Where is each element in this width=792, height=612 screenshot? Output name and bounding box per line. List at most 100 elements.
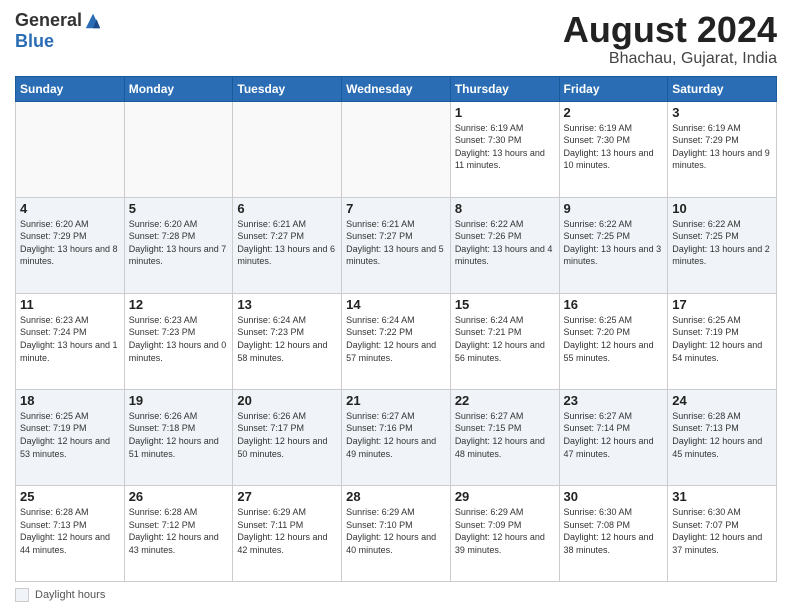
day-number: 1: [455, 105, 555, 120]
table-row: 19 Sunrise: 6:26 AM Sunset: 7:18 PM Dayli…: [124, 389, 233, 485]
calendar-week-row: 1 Sunrise: 6:19 AM Sunset: 7:30 PM Daylig…: [16, 101, 777, 197]
day-info: Sunrise: 6:28 AM Sunset: 7:13 PM Dayligh…: [20, 506, 120, 556]
calendar-week-row: 4 Sunrise: 6:20 AM Sunset: 7:29 PM Daylig…: [16, 197, 777, 293]
day-info: Sunrise: 6:24 AM Sunset: 7:21 PM Dayligh…: [455, 314, 555, 364]
day-info: Sunrise: 6:19 AM Sunset: 7:29 PM Dayligh…: [672, 122, 772, 172]
table-row: 27Sunrise: 6:29 AM Sunset: 7:11 PM Dayli…: [233, 485, 342, 581]
day-info: Sunrise: 6:28 AM Sunset: 7:13 PM Dayligh…: [672, 410, 772, 460]
day-info: Sunrise: 6:22 AM Sunset: 7:26 PM Dayligh…: [455, 218, 555, 268]
logo-general-text: General: [15, 10, 82, 31]
day-info: Sunrise: 6:24 AM Sunset: 7:22 PM Dayligh…: [346, 314, 446, 364]
day-info: Sunrise: 6:29 AM Sunset: 7:10 PM Dayligh…: [346, 506, 446, 556]
day-info: Sunrise: 6:27 AM Sunset: 7:14 PM Dayligh…: [564, 410, 664, 460]
table-row: 22 Sunrise: 6:27 AM Sunset: 7:15 PM Dayli…: [450, 389, 559, 485]
day-number: 6: [237, 201, 337, 216]
day-number: 10: [672, 201, 772, 216]
day-info: Sunrise: 6:20 AM Sunset: 7:28 PM Dayligh…: [129, 218, 229, 268]
day-number: 17: [672, 297, 772, 312]
day-number: 8: [455, 201, 555, 216]
day-info: Sunrise: 6:28 AM Sunset: 7:12 PM Dayligh…: [129, 506, 229, 556]
day-number: 25: [20, 489, 120, 504]
table-row: [124, 101, 233, 197]
col-sunday: Sunday: [16, 76, 125, 101]
day-info: Sunrise: 6:27 AM Sunset: 7:16 PM Dayligh…: [346, 410, 446, 460]
table-row: 4 Sunrise: 6:20 AM Sunset: 7:29 PM Daylig…: [16, 197, 125, 293]
table-row: 1 Sunrise: 6:19 AM Sunset: 7:30 PM Daylig…: [450, 101, 559, 197]
day-number: 31: [672, 489, 772, 504]
day-number: 24: [672, 393, 772, 408]
table-row: 24 Sunrise: 6:28 AM Sunset: 7:13 PM Dayli…: [668, 389, 777, 485]
day-number: 28: [346, 489, 446, 504]
table-row: 20Sunrise: 6:26 AM Sunset: 7:17 PM Dayli…: [233, 389, 342, 485]
footer: Daylight hours: [15, 588, 777, 602]
day-number: 13: [237, 297, 337, 312]
day-number: 27: [237, 489, 337, 504]
day-number: 23: [564, 393, 664, 408]
day-info: Sunrise: 6:27 AM Sunset: 7:15 PM Dayligh…: [455, 410, 555, 460]
table-row: 28 Sunrise: 6:29 AM Sunset: 7:10 PM Dayli…: [342, 485, 451, 581]
day-info: Sunrise: 6:21 AM Sunset: 7:27 PM Dayligh…: [346, 218, 446, 268]
day-info: Sunrise: 6:23 AM Sunset: 7:24 PM Dayligh…: [20, 314, 120, 364]
day-number: 20: [237, 393, 337, 408]
header: General Blue August 2024 Bhachau, Gujara…: [15, 10, 777, 68]
logo: General Blue: [15, 10, 102, 52]
table-row: [233, 101, 342, 197]
day-info: Sunrise: 6:25 AM Sunset: 7:19 PM Dayligh…: [672, 314, 772, 364]
day-info: Sunrise: 6:22 AM Sunset: 7:25 PM Dayligh…: [564, 218, 664, 268]
day-number: 3: [672, 105, 772, 120]
table-row: 5Sunrise: 6:20 AM Sunset: 7:28 PM Daylig…: [124, 197, 233, 293]
table-row: 8 Sunrise: 6:22 AM Sunset: 7:26 PM Daylig…: [450, 197, 559, 293]
table-row: 15 Sunrise: 6:24 AM Sunset: 7:21 PM Dayli…: [450, 293, 559, 389]
table-row: 18 Sunrise: 6:25 AM Sunset: 7:19 PM Dayli…: [16, 389, 125, 485]
day-number: 9: [564, 201, 664, 216]
day-info: Sunrise: 6:21 AM Sunset: 7:27 PM Dayligh…: [237, 218, 337, 268]
day-number: 26: [129, 489, 229, 504]
day-number: 2: [564, 105, 664, 120]
day-info: Sunrise: 6:30 AM Sunset: 7:08 PM Dayligh…: [564, 506, 664, 556]
day-number: 30: [564, 489, 664, 504]
day-number: 7: [346, 201, 446, 216]
table-row: 26 Sunrise: 6:28 AM Sunset: 7:12 PM Dayli…: [124, 485, 233, 581]
table-row: 12Sunrise: 6:23 AM Sunset: 7:23 PM Dayli…: [124, 293, 233, 389]
table-row: 17 Sunrise: 6:25 AM Sunset: 7:19 PM Dayli…: [668, 293, 777, 389]
col-thursday: Thursday: [450, 76, 559, 101]
table-row: 7 Sunrise: 6:21 AM Sunset: 7:27 PM Daylig…: [342, 197, 451, 293]
table-row: 11 Sunrise: 6:23 AM Sunset: 7:24 PM Dayli…: [16, 293, 125, 389]
day-info: Sunrise: 6:29 AM Sunset: 7:09 PM Dayligh…: [455, 506, 555, 556]
day-number: 22: [455, 393, 555, 408]
table-row: [16, 101, 125, 197]
day-info: Sunrise: 6:22 AM Sunset: 7:25 PM Dayligh…: [672, 218, 772, 268]
day-number: 4: [20, 201, 120, 216]
page-container: General Blue August 2024 Bhachau, Gujara…: [0, 0, 792, 612]
day-number: 18: [20, 393, 120, 408]
table-row: [342, 101, 451, 197]
table-row: 14 Sunrise: 6:24 AM Sunset: 7:22 PM Dayli…: [342, 293, 451, 389]
day-info: Sunrise: 6:26 AM Sunset: 7:18 PM Dayligh…: [129, 410, 229, 460]
day-number: 19: [129, 393, 229, 408]
logo-blue-text: Blue: [15, 31, 54, 52]
day-info: Sunrise: 6:25 AM Sunset: 7:19 PM Dayligh…: [20, 410, 120, 460]
calendar-week-row: 25 Sunrise: 6:28 AM Sunset: 7:13 PM Dayli…: [16, 485, 777, 581]
day-number: 15: [455, 297, 555, 312]
day-info: Sunrise: 6:23 AM Sunset: 7:23 PM Dayligh…: [129, 314, 229, 364]
col-wednesday: Wednesday: [342, 76, 451, 101]
table-row: 13Sunrise: 6:24 AM Sunset: 7:23 PM Dayli…: [233, 293, 342, 389]
logo-icon: [84, 12, 102, 30]
table-row: 9 Sunrise: 6:22 AM Sunset: 7:25 PM Daylig…: [559, 197, 668, 293]
day-info: Sunrise: 6:25 AM Sunset: 7:20 PM Dayligh…: [564, 314, 664, 364]
title-section: August 2024 Bhachau, Gujarat, India: [563, 10, 777, 68]
day-number: 14: [346, 297, 446, 312]
day-info: Sunrise: 6:19 AM Sunset: 7:30 PM Dayligh…: [455, 122, 555, 172]
day-info: Sunrise: 6:20 AM Sunset: 7:29 PM Dayligh…: [20, 218, 120, 268]
table-row: 3 Sunrise: 6:19 AM Sunset: 7:29 PM Daylig…: [668, 101, 777, 197]
day-info: Sunrise: 6:19 AM Sunset: 7:30 PM Dayligh…: [564, 122, 664, 172]
col-saturday: Saturday: [668, 76, 777, 101]
table-row: 2 Sunrise: 6:19 AM Sunset: 7:30 PM Daylig…: [559, 101, 668, 197]
calendar-week-row: 18 Sunrise: 6:25 AM Sunset: 7:19 PM Dayli…: [16, 389, 777, 485]
calendar-header-row: Sunday Monday Tuesday Wednesday Thursday…: [16, 76, 777, 101]
table-row: 10 Sunrise: 6:22 AM Sunset: 7:25 PM Dayli…: [668, 197, 777, 293]
col-friday: Friday: [559, 76, 668, 101]
day-number: 11: [20, 297, 120, 312]
month-year-title: August 2024: [563, 10, 777, 50]
day-number: 16: [564, 297, 664, 312]
